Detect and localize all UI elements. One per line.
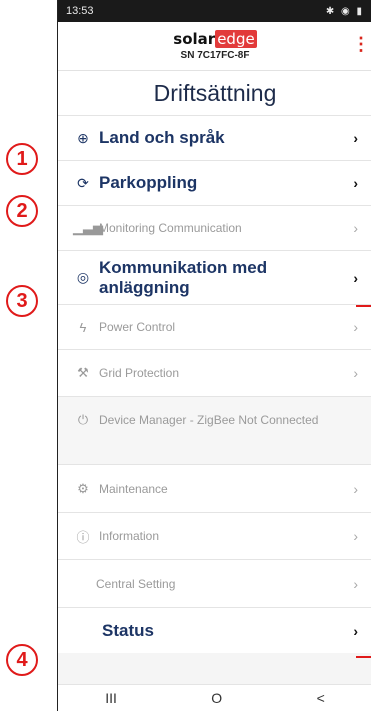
menu-item-label: Kommunikation med anläggning xyxy=(99,257,268,297)
back-button[interactable]: < xyxy=(317,690,325,706)
plug-icon: ⏻ xyxy=(77,412,89,427)
chevron-right-icon: › xyxy=(353,480,358,497)
annotation-marker-2: 2 xyxy=(6,195,38,227)
chevron-right-icon: › xyxy=(353,365,358,381)
serial-number: SN 7C17FC-8F xyxy=(180,50,250,61)
menu-item-label: Grid Protection xyxy=(99,366,180,380)
menu-item-label: Maintenance xyxy=(99,481,168,496)
logo-edge: edge xyxy=(215,30,257,48)
chevron-right-icon: › xyxy=(353,319,358,335)
sync-icon: ⟳ xyxy=(77,174,89,191)
annotation-marker-4: 4 xyxy=(6,644,38,676)
chevron-right-icon: › xyxy=(353,528,358,544)
menu-item-grid-protection[interactable]: ⚒ Grid Protection › xyxy=(58,349,371,396)
solaredge-logo: solar edge xyxy=(58,30,371,48)
info-icon: ⓘ xyxy=(76,529,90,545)
menu-item-power-control[interactable]: ϟ Power Control › xyxy=(58,304,371,349)
menu-item-label: Information xyxy=(99,529,160,543)
app-header: solar edge SN 7C17FC-8F ⋮ xyxy=(58,22,371,71)
status-time: 13:53 xyxy=(66,5,94,17)
globe-icon: ⊕ xyxy=(77,129,89,146)
menu-item-country-language[interactable]: ⊕ Land och språk › xyxy=(58,115,371,160)
chevron-right-icon: › xyxy=(353,269,358,286)
annotation-pointer-line xyxy=(356,656,371,658)
menu-item-status[interactable]: Status › xyxy=(58,607,371,653)
device-manager-text: Device Manager - ZigBee Not Connected xyxy=(99,413,319,427)
android-nav-bar: III O < xyxy=(58,684,371,711)
phone-screen: 13:53 ✱ ◉ ▮ solar edge SN 7C17FC-8F ⋮ Dri… xyxy=(57,0,371,711)
chevron-right-icon: › xyxy=(353,175,358,191)
lightning-icon: ϟ xyxy=(79,319,87,335)
menu-item-central-setting[interactable]: Central Setting › xyxy=(58,559,371,607)
menu-item-label: Central Setting xyxy=(96,576,176,591)
menu-item-label: Parkoppling xyxy=(99,173,198,192)
page-title: Driftsättning xyxy=(58,71,371,115)
status-bar: 13:53 ✱ ◉ ▮ xyxy=(58,0,371,22)
recents-button[interactable]: III xyxy=(105,690,117,706)
menu-item-label: ⏻ Device Manager - ZigBee Not Connected xyxy=(73,411,358,429)
annotation-marker-3: 3 xyxy=(6,285,38,317)
menu-item-label: Power Control xyxy=(99,320,176,334)
logo-solar: solar xyxy=(173,30,216,48)
menu-item-pairing[interactable]: ⟳ Parkoppling › xyxy=(58,160,371,205)
menu-item-site-communication[interactable]: ◎ Kommunikation med anläggning › xyxy=(58,250,371,304)
commissioning-menu: ⊕ Land och språk › ⟳ Parkoppling › ▁▃▅ M… xyxy=(58,115,371,653)
pylon-icon: ⚒ xyxy=(77,365,89,380)
wrench-icon: ⚙ xyxy=(77,480,89,496)
location-pin-icon: ◎ xyxy=(76,269,90,285)
status-icons: ✱ ◉ ▮ xyxy=(325,5,364,17)
menu-item-information[interactable]: ⓘ Information › xyxy=(58,512,371,559)
annotation-marker-1: 1 xyxy=(6,143,38,175)
chevron-right-icon: › xyxy=(353,575,358,592)
menu-item-label: Monitoring Communication xyxy=(99,221,242,235)
signal-bars-icon: ▁▃▅ xyxy=(73,220,103,235)
menu-item-device-manager[interactable]: ⏻ Device Manager - ZigBee Not Connected xyxy=(58,396,371,464)
chevron-right-icon: › xyxy=(353,622,358,639)
chevron-right-icon: › xyxy=(353,130,358,146)
menu-item-maintenance[interactable]: ⚙ Maintenance › xyxy=(58,464,371,512)
menu-item-monitoring-communication[interactable]: ▁▃▅ Monitoring Communication › xyxy=(58,205,371,250)
home-button[interactable]: O xyxy=(211,690,222,706)
menu-item-label: Status xyxy=(102,620,154,640)
menu-item-label: Land och språk xyxy=(99,128,225,147)
annotation-pointer-line xyxy=(356,305,371,307)
chevron-right-icon: › xyxy=(353,220,358,236)
kebab-menu-icon[interactable]: ⋮ xyxy=(352,34,370,55)
